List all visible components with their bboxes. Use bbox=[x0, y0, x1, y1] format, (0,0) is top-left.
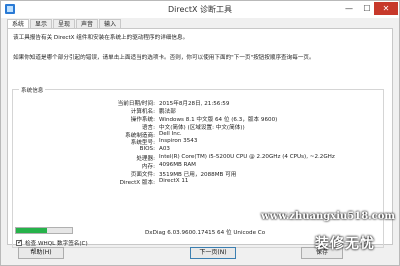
intro-text-2: 如果你知道是哪个部分引起的错误，请单击上面适当的选项卡。否则，你可以使用下面的"… bbox=[13, 55, 315, 61]
info-value: Intel(R) Core(TM) i5-5200U CPU @ 2.20GHz… bbox=[159, 154, 335, 161]
info-value: A03 bbox=[159, 146, 170, 153]
watermark-url: www.zhuangxiu518.com bbox=[261, 211, 395, 222]
info-value: Dell Inc. bbox=[159, 130, 182, 137]
info-label: 页面文件: bbox=[130, 172, 155, 179]
info-label: 语言: bbox=[141, 124, 155, 131]
system-info-table: 当前日期/时间: 2015年8月28日, 21:56:59 计算机名: 鹏法部 … bbox=[13, 99, 383, 186]
info-label: 系统制造商: bbox=[125, 132, 155, 139]
info-row-directx-version: DirectX 版本: DirectX 11 bbox=[13, 178, 383, 186]
system-info-group: 系统信息 当前日期/时间: 2015年8月28日, 21:56:59 计算机名:… bbox=[12, 86, 384, 248]
info-label: 计算机名: bbox=[130, 108, 155, 115]
version-text: DxDiag 6.03.9600.17415 64 位 Unicode Co bbox=[145, 230, 266, 236]
next-page-button[interactable]: 下一页(N) bbox=[190, 247, 236, 259]
info-row-datetime: 当前日期/时间: 2015年8月28日, 21:56:59 bbox=[13, 99, 383, 107]
info-value: DirectX 11 bbox=[159, 177, 189, 184]
info-value: 中文(简体) (区域设置: 中文(简体)) bbox=[159, 124, 245, 131]
info-row-language: 语言: 中文(简体) (区域设置: 中文(简体)) bbox=[13, 123, 383, 131]
info-row-model: 系统型号: Inspiron 3543 bbox=[13, 138, 383, 146]
dxdiag-window: DirectX 诊断工具 — ☐ ✕ 系统 显示 呈现 声音 输入 该工具报告有… bbox=[0, 0, 400, 266]
progress-bar bbox=[15, 227, 73, 234]
info-value: 3519MB 已用，2088MB 可用 bbox=[159, 172, 237, 179]
info-value: Inspiron 3543 bbox=[159, 138, 198, 145]
intro-text-1: 该工具报告有关 DirectX 组件和安装在系统上的驱动程序的详细信息。 bbox=[13, 35, 189, 41]
info-row-bios: BIOS: A03 bbox=[13, 146, 383, 154]
title-bar: DirectX 诊断工具 — ☐ ✕ bbox=[1, 1, 399, 18]
whql-checkbox-label: 检查 WHQL 数字签名(C) bbox=[25, 241, 88, 247]
info-label: 处理器: bbox=[136, 156, 155, 163]
info-label: DirectX 版本: bbox=[119, 179, 155, 186]
close-button[interactable]: ✕ bbox=[374, 2, 398, 15]
info-label: 内存: bbox=[141, 164, 155, 171]
info-row-manufacturer: 系统制造商: Dell Inc. bbox=[13, 131, 383, 139]
info-row-memory: 内存: 4096MB RAM bbox=[13, 162, 383, 170]
info-row-page-file: 页面文件: 3519MB 已用，2088MB 可用 bbox=[13, 170, 383, 178]
minimize-button[interactable]: — bbox=[339, 2, 359, 15]
whql-checkbox-row[interactable]: 检查 WHQL 数字签名(C) bbox=[16, 238, 88, 247]
info-value: 鹏法部 bbox=[159, 108, 176, 115]
system-info-group-title: 系统信息 bbox=[19, 86, 46, 94]
info-label: BIOS: bbox=[139, 146, 155, 153]
progress-bar-fill bbox=[16, 228, 47, 233]
info-value: Windows 8.1 中文版 64 位 (6.3，版本 9600) bbox=[159, 116, 278, 123]
whql-checkbox[interactable] bbox=[16, 238, 23, 246]
info-value: 2015年8月28日, 21:56:59 bbox=[159, 101, 230, 107]
info-label: 操作系统: bbox=[130, 116, 155, 123]
info-row-computer-name: 计算机名: 鹏法部 bbox=[13, 107, 383, 115]
info-label: 系统型号: bbox=[130, 140, 155, 147]
info-label: 当前日期/时间: bbox=[117, 101, 155, 107]
info-row-os: 操作系统: Windows 8.1 中文版 64 位 (6.3，版本 9600) bbox=[13, 115, 383, 123]
help-button[interactable]: 帮助(H) bbox=[18, 247, 64, 259]
watermark-name: 装修无忧 bbox=[315, 236, 375, 252]
info-value: 4096MB RAM bbox=[159, 162, 196, 169]
info-row-processor: 处理器: Intel(R) Core(TM) i5-5200U CPU @ 2.… bbox=[13, 154, 383, 162]
